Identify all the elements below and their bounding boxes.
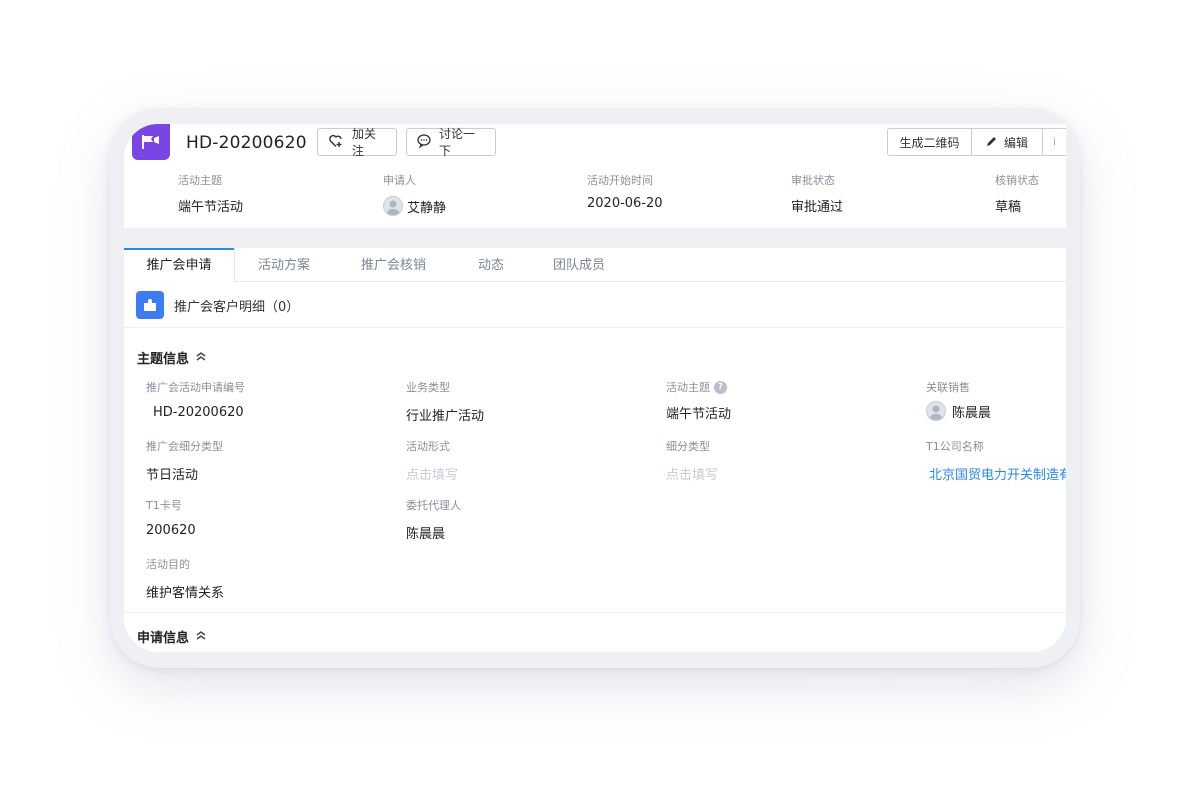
field-form: 活动形式 点击填写 bbox=[406, 438, 458, 483]
pencil-icon bbox=[986, 135, 998, 150]
record-title: HD-20200620 bbox=[186, 133, 307, 153]
customer-detail-link[interactable]: 推广会客户明细（0） bbox=[136, 291, 299, 319]
summary-label: 审批状态 bbox=[791, 174, 835, 187]
field-label: 活动目的 bbox=[146, 558, 190, 571]
section-title: 主题信息 bbox=[137, 352, 190, 367]
field-sales: 关联销售 陈晨晨 bbox=[926, 379, 991, 421]
summary-label: 申请人 bbox=[383, 174, 416, 187]
section-title: 申请信息 bbox=[137, 631, 190, 646]
home-indicator-left bbox=[810, 678, 878, 684]
field-sub-type: 推广会细分类型 节日活动 bbox=[146, 438, 223, 483]
summary-value: 草稿 bbox=[995, 200, 1022, 215]
summary-value: 艾静静 bbox=[407, 200, 447, 216]
field-label: 关联销售 bbox=[926, 381, 970, 394]
edit-label: 编辑 bbox=[1003, 135, 1028, 150]
summary-value: 端午节活动 bbox=[178, 200, 244, 215]
avatar bbox=[383, 196, 403, 216]
field-company: T1公司名称 北京国贸电力开关制造有 bbox=[926, 438, 1066, 483]
discuss-label: 讨论一下 bbox=[439, 127, 476, 158]
follow-button[interactable]: 加关注 bbox=[317, 127, 397, 158]
more-button[interactable]: i bbox=[1042, 128, 1066, 156]
field-label: 推广会细分类型 bbox=[146, 440, 223, 453]
field-label: T1卡号 bbox=[146, 499, 182, 512]
customer-detail-label: 推广会客户明细（0） bbox=[174, 299, 300, 315]
generate-qr-button[interactable]: 生成二维码 bbox=[887, 128, 972, 156]
field-value: 陈晨晨 bbox=[952, 405, 992, 421]
field-label: T1公司名称 bbox=[926, 440, 984, 453]
divider bbox=[124, 327, 1066, 328]
field-label: 活动主题 bbox=[666, 381, 710, 394]
company-link[interactable]: 北京国贸电力开关制造有 bbox=[926, 464, 1066, 483]
edit-button[interactable]: 编辑 bbox=[971, 128, 1043, 156]
summary-value: 审批通过 bbox=[791, 200, 844, 215]
tab-team-members[interactable]: 团队成员 bbox=[553, 248, 605, 282]
summary-label: 活动开始时间 bbox=[587, 174, 653, 187]
summary-approval-status: 审批状态 审批通过 bbox=[791, 172, 843, 215]
field-value: 陈晨晨 bbox=[406, 527, 446, 542]
field-card-no: T1卡号 200620 bbox=[146, 497, 196, 538]
tab-promotion-apply[interactable]: 推广会申请 bbox=[124, 248, 234, 282]
puzzle-icon bbox=[136, 291, 164, 319]
tab-promotion-writeoff[interactable]: 推广会核销 bbox=[361, 248, 426, 282]
detail-type-input[interactable]: 点击填写 bbox=[666, 464, 718, 483]
summary-theme: 活动主题 端午节活动 bbox=[178, 172, 243, 215]
summary-label: 核销状态 bbox=[995, 174, 1039, 187]
summary-writeoff-status: 核销状态 草稿 bbox=[995, 172, 1039, 215]
record-header: HD-20200620 加关注 讨论一下 生成二维码 编辑 i 活动主题 端午节… bbox=[124, 124, 1066, 228]
field-value: 端午节活动 bbox=[666, 407, 732, 422]
tab-bar: 推广会申请 活动方案 推广会核销 动态 团队成员 bbox=[124, 248, 1066, 282]
tab-activity-plan[interactable]: 活动方案 bbox=[258, 248, 310, 282]
chat-bubble-icon bbox=[417, 133, 431, 151]
summary-value: 2020-06-20 bbox=[587, 196, 663, 211]
tab-divider bbox=[234, 248, 235, 282]
field-purpose: 活动目的 维护客情关系 bbox=[146, 556, 224, 601]
section-apply-info[interactable]: 申请信息 bbox=[137, 627, 207, 646]
divider bbox=[124, 612, 1066, 613]
home-indicator-right bbox=[898, 678, 966, 684]
field-detail-type: 细分类型 点击填写 bbox=[666, 438, 718, 483]
campaign-flag-icon bbox=[132, 124, 170, 160]
summary-start-time: 活动开始时间 2020-06-20 bbox=[587, 172, 663, 211]
field-agent: 委托代理人 陈晨晨 bbox=[406, 497, 461, 542]
discuss-button[interactable]: 讨论一下 bbox=[406, 127, 496, 158]
form-input[interactable]: 点击填写 bbox=[406, 464, 458, 483]
more-label: i bbox=[1053, 136, 1056, 148]
detail-panel: 推广会客户明细（0） 主题信息 推广会活动申请编号 HD-20200620 业务… bbox=[124, 282, 1066, 652]
summary-label: 活动主题 bbox=[178, 174, 222, 187]
qr-label: 生成二维码 bbox=[899, 135, 960, 150]
field-theme: 活动主题 ? 端午节活动 bbox=[666, 379, 731, 422]
field-value: 节日活动 bbox=[146, 468, 199, 483]
chevron-up-double-icon bbox=[195, 629, 207, 645]
field-biz-type: 业务类型 行业推广活动 bbox=[406, 379, 484, 424]
field-value: 行业推广活动 bbox=[406, 409, 485, 424]
help-icon[interactable]: ? bbox=[714, 380, 727, 394]
field-label: 业务类型 bbox=[406, 381, 450, 394]
section-theme-info[interactable]: 主题信息 bbox=[137, 348, 207, 367]
field-label: 委托代理人 bbox=[406, 499, 461, 512]
follow-label: 加关注 bbox=[352, 127, 377, 158]
field-value: 200620 bbox=[146, 523, 196, 538]
avatar bbox=[926, 401, 946, 421]
field-label: 细分类型 bbox=[666, 440, 710, 453]
field-label: 推广会活动申请编号 bbox=[146, 381, 245, 394]
field-label: 活动形式 bbox=[406, 440, 450, 453]
tab-activity-feed[interactable]: 动态 bbox=[478, 248, 504, 282]
chevron-up-double-icon bbox=[195, 350, 207, 366]
field-value: 维护客情关系 bbox=[146, 586, 225, 601]
field-value: HD-20200620 bbox=[153, 405, 244, 420]
screen: HD-20200620 加关注 讨论一下 生成二维码 编辑 i 活动主题 端午节… bbox=[124, 124, 1066, 652]
heart-plus-icon bbox=[328, 134, 344, 151]
field-apply-no: 推广会活动申请编号 HD-20200620 bbox=[146, 379, 245, 420]
summary-applicant: 申请人 艾静静 bbox=[383, 172, 446, 216]
